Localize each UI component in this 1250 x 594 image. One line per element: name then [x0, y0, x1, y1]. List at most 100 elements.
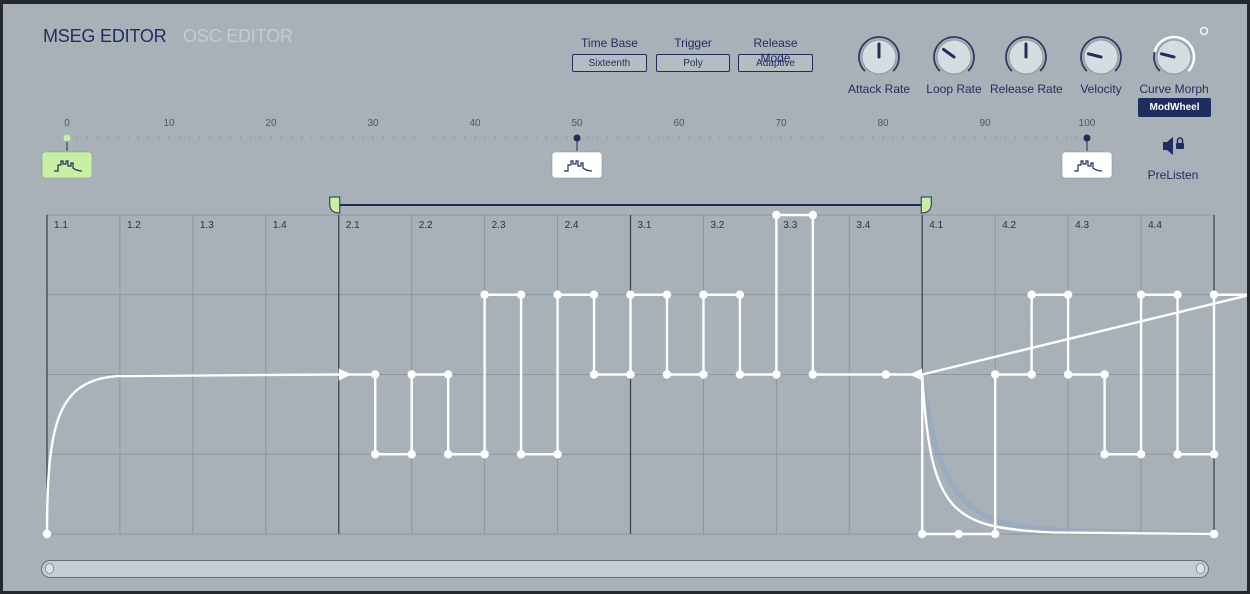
ruler-dot	[871, 137, 874, 139]
envelope-node[interactable]	[443, 370, 453, 379]
loop-rate-knob[interactable]: Loop Rate	[921, 35, 987, 96]
knob-dial[interactable]	[857, 35, 901, 79]
envelope-node[interactable]	[881, 370, 890, 379]
trigger-select[interactable]: Poly	[656, 54, 730, 72]
attack-rate-knob[interactable]: Attack Rate	[846, 35, 912, 96]
marker-handle[interactable]	[1083, 134, 1091, 142]
envelope-node[interactable]	[516, 290, 526, 299]
scrollbar-left-handle[interactable]	[45, 563, 54, 574]
envelope-node[interactable]	[42, 529, 52, 539]
envelope-node[interactable]	[990, 529, 1000, 539]
envelope-node[interactable]	[626, 370, 635, 379]
envelope-node[interactable]	[626, 290, 635, 299]
envelope-node[interactable]	[662, 370, 672, 379]
envelope-node[interactable]	[589, 290, 599, 299]
prelisten-button[interactable]: PreListen	[1143, 135, 1203, 182]
slot-button-bg	[41, 151, 93, 179]
ruler-dot	[882, 137, 884, 139]
release-mode-select[interactable]: Adaptive	[738, 54, 813, 72]
beat-label: 1.4	[273, 220, 287, 231]
ruler-dot	[759, 137, 762, 139]
loop-start-node[interactable]	[338, 368, 352, 381]
envelope-node[interactable]	[1100, 370, 1109, 379]
envelope-node[interactable]	[480, 290, 489, 299]
loop-end-node[interactable]	[909, 368, 923, 381]
scrollbar-right-handle[interactable]	[1196, 563, 1205, 574]
ruler-dot	[994, 137, 997, 139]
envelope-node[interactable]	[407, 450, 416, 459]
envelope-node[interactable]	[735, 290, 745, 299]
envelope-node[interactable]	[1173, 450, 1182, 459]
envelope-node[interactable]	[808, 210, 818, 220]
knob-dial[interactable]	[1004, 35, 1048, 79]
loop-rate-label: Loop Rate	[926, 82, 982, 96]
marker-handle[interactable]	[573, 134, 581, 142]
envelope-node[interactable]	[1100, 450, 1109, 459]
envelope-slot-button[interactable]	[1061, 151, 1113, 179]
marker-handle[interactable]	[63, 134, 71, 142]
time-base-control: Time Base Sixteenth	[572, 36, 647, 72]
beat-label: 3.3	[783, 220, 797, 231]
envelope-node[interactable]	[699, 290, 708, 299]
envelope-node[interactable]	[371, 450, 380, 459]
ruler-dot	[351, 137, 354, 139]
envelope-node[interactable]	[371, 370, 380, 379]
envelope-node[interactable]	[954, 529, 963, 539]
release-mode-label: Release Mode	[753, 36, 798, 65]
ruler-dot	[953, 137, 956, 139]
ruler-dot	[667, 137, 670, 139]
ruler-dot	[474, 137, 476, 139]
curve-morph-knob[interactable]: Curve Morph	[1136, 35, 1212, 96]
ruler-dot	[841, 137, 844, 139]
release-rate-knob[interactable]: Release Rate	[990, 35, 1063, 96]
envelope-slot-button[interactable]	[551, 151, 603, 179]
ruler-dot	[96, 137, 99, 139]
envelope-node[interactable]	[1173, 290, 1182, 299]
envelope-node[interactable]	[443, 450, 453, 459]
envelope-slot-button[interactable]	[41, 151, 93, 179]
envelope-node[interactable]	[772, 210, 781, 220]
envelope-node[interactable]	[990, 370, 1000, 379]
ruler-dot	[678, 137, 680, 139]
envelope-node[interactable]	[1063, 370, 1073, 379]
ruler-dot	[973, 137, 976, 139]
ruler-dot	[147, 137, 150, 139]
envelope-node[interactable]	[553, 450, 562, 459]
envelope-node[interactable]	[480, 450, 489, 459]
time-base-select[interactable]: Sixteenth	[572, 54, 647, 72]
envelope-node[interactable]	[589, 370, 599, 379]
envelope-node[interactable]	[1209, 450, 1219, 459]
ruler-dot	[1075, 137, 1078, 139]
tab-mseg-editor[interactable]: MSEG EDITOR	[43, 26, 167, 47]
envelope-node[interactable]	[918, 529, 927, 539]
knob-dial[interactable]	[1079, 35, 1123, 79]
modulation-source-button[interactable]: ModWheel	[1138, 98, 1211, 117]
envelope-node[interactable]	[516, 450, 526, 459]
loop-start-handle[interactable]	[329, 196, 341, 214]
envelope-node[interactable]	[662, 290, 672, 299]
velocity-knob[interactable]: Velocity	[1071, 35, 1131, 96]
envelope-node[interactable]	[407, 370, 416, 379]
envelope-node[interactable]	[1063, 290, 1073, 299]
envelope-node[interactable]	[1209, 290, 1219, 299]
envelope-node[interactable]	[808, 370, 818, 379]
envelope-node[interactable]	[1136, 290, 1146, 299]
ruler-dot	[637, 137, 640, 139]
knob-dial[interactable]	[932, 35, 976, 79]
envelope-node[interactable]	[1136, 450, 1146, 459]
beat-label: 4.3	[1075, 220, 1089, 231]
knob-dial[interactable]	[1152, 35, 1196, 79]
ruler-dot	[178, 137, 181, 139]
envelope-node[interactable]	[699, 370, 708, 379]
loop-end-handle[interactable]	[920, 196, 932, 214]
ruler-dot	[943, 137, 946, 139]
envelope-node[interactable]	[1027, 290, 1036, 299]
envelope-node[interactable]	[553, 290, 562, 299]
ruler-dot	[596, 137, 599, 139]
envelope-node[interactable]	[772, 370, 781, 379]
tab-osc-editor[interactable]: OSC EDITOR	[183, 26, 293, 47]
envelope-node[interactable]	[1027, 370, 1036, 379]
envelope-node[interactable]	[735, 370, 745, 379]
envelope-node[interactable]	[1209, 529, 1219, 539]
horizontal-scrollbar[interactable]	[41, 560, 1209, 578]
